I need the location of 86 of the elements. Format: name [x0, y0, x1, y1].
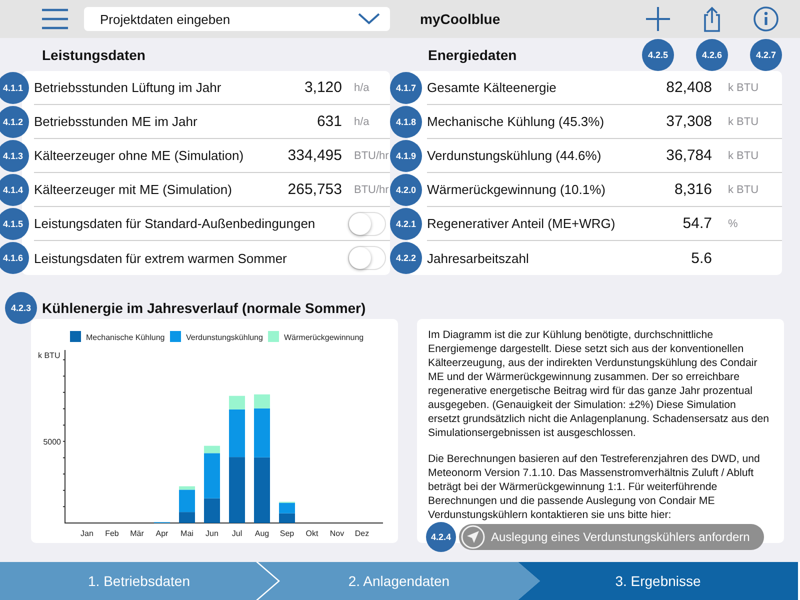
toggle-switch[interactable]: [348, 246, 386, 270]
row-label: Jahresarbeitszahl: [427, 250, 530, 266]
axis-label: Jan: [80, 529, 94, 538]
info-button[interactable]: [752, 5, 780, 33]
unit-label: BTU/hr: [353, 184, 390, 196]
unit-label: %: [727, 218, 739, 230]
legend-label: Verdunstungskühlung: [186, 333, 263, 342]
axis-label: Mär: [130, 529, 144, 538]
plus-icon: [645, 6, 671, 32]
row-label: Leistungsdaten für extrem warmen Sommer: [34, 250, 288, 266]
unit-label: k BTU: [727, 150, 760, 162]
row-label: Kälteerzeuger ohne ME (Simulation): [34, 148, 245, 163]
number-badge: 4.2.0: [390, 174, 422, 206]
app-title: myCoolblue: [420, 11, 502, 27]
axis-label: Mai: [180, 529, 194, 538]
axis-label: Sep: [280, 529, 294, 538]
number-badge: 4.1.1: [0, 72, 29, 104]
axis-label: Nov: [330, 529, 344, 538]
axis-label: Feb: [105, 529, 119, 538]
number-badge: 4.1.6: [0, 242, 29, 274]
number-badge: 4.2.3: [5, 292, 37, 324]
number-badge: 4.1.2: [0, 106, 29, 138]
chevron-down-icon: [358, 13, 380, 25]
unit-label: h/a: [353, 82, 370, 94]
row-value: 5.6: [691, 250, 712, 266]
legend-label: Wärmerückgewinnung: [284, 333, 364, 342]
info-paragraph: Im Diagramm ist die zur Kühlung benötigte, durchschnittliche Energiemenge dargestellt. Diese setzt sich aus der konventionellen Kälteerzeugung, aus der indirekten Verdunstungskühlung des Condair ME und der Wärmerückgewinnung zusammen. Der so erreichbare regenerative energetische Beitrag wird für das ganze Jahr prozentual ausgegeben. (Genauigkeit der Simulation: ±2%) Diese Simulation ersetzt grundsätzlich nicht die Anlagenplanung. Schadensersatz aus den Simulationsergebnissen ist ausgeschlossen.: [428, 328, 770, 440]
axis-label: Okt: [306, 529, 318, 538]
chart-bar: [279, 513, 295, 523]
project-dropdown[interactable]: Projektdaten eingeben: [84, 7, 390, 31]
unit-label: h/a: [353, 116, 370, 128]
number-badge: 4.2.6: [696, 38, 728, 70]
row-value: 36,784: [666, 147, 712, 164]
number-badge: 4.1.7: [390, 72, 422, 104]
row-value: 334,495: [288, 147, 342, 164]
axis-label: 5000: [43, 437, 61, 446]
menu-icon[interactable]: [42, 8, 68, 30]
number-badge: 4.1.5: [0, 208, 29, 240]
number-badge: 4.1.9: [390, 140, 422, 172]
number-badge: 4.2.2: [390, 242, 422, 274]
row-value: 3,120: [304, 79, 342, 96]
row-label: Leistungsdaten für Standard-Außenbedingungen: [34, 216, 316, 231]
unit-label: k BTU: [727, 116, 760, 128]
step-tab[interactable]: 2. Anlagendaten: [258, 562, 540, 600]
row-value: 8,316: [674, 181, 712, 198]
plus-button[interactable]: [644, 5, 672, 33]
row-value: 54.7: [682, 215, 712, 232]
unit-label: BTU/hr: [353, 150, 390, 162]
row-label: Kälteerzeuger mit ME (Simulation): [34, 182, 233, 197]
chart-bar: [229, 457, 245, 523]
chart-bar: [254, 457, 270, 523]
row-value: 631: [316, 113, 342, 130]
info-icon: [753, 6, 779, 32]
number-badge: 4.2.7: [750, 38, 782, 70]
chart-title: Kühlenergie im Jahresverlauf (normale Sommer): [42, 300, 366, 316]
row-label: Wärmerückgewinnung (10.1%): [427, 182, 606, 197]
row-label: Verdunstungskühlung (44.6%): [427, 148, 602, 163]
row-label: Betriebsstunden ME im Jahr: [34, 114, 198, 129]
legend-label: Mechanische Kühlung: [86, 333, 165, 342]
section-title: Energiedaten: [428, 46, 518, 62]
axis-label: Apr: [156, 529, 168, 538]
number-badge: 4.2.1: [390, 208, 422, 240]
row-value: 82,408: [666, 79, 712, 96]
row-label: Betriebsstunden Lüftung im Jahr: [34, 80, 222, 95]
row-value: 265,753: [288, 181, 342, 198]
number-badge: 4.2.4: [426, 522, 456, 552]
row-value: 37,308: [666, 113, 712, 130]
number-badge: 4.1.8: [390, 106, 422, 138]
axis-label: Aug: [254, 529, 270, 538]
section-title: Leistungsdaten: [42, 46, 146, 62]
axis-label: Dez: [354, 529, 370, 538]
row-label: Regenerativer Anteil (ME+WRG): [427, 216, 616, 231]
axis-title: k BTU: [38, 351, 60, 360]
step-tab[interactable]: 3. Ergebnisse: [518, 562, 798, 600]
row-label: Gesamte Kälteenergie: [427, 80, 558, 95]
axis-label: Jun: [206, 529, 218, 538]
number-badge: 4.1.3: [0, 140, 29, 172]
row-label: Mechanische Kühlung (45.3%): [427, 114, 606, 129]
step-tab[interactable]: 1. Betriebsdaten: [0, 562, 278, 600]
unit-label: k BTU: [727, 82, 760, 94]
axis-label: Jul: [232, 529, 242, 538]
toggle-switch[interactable]: [348, 212, 386, 236]
number-badge: 4.1.4: [0, 174, 29, 206]
number-badge: 4.2.5: [642, 38, 674, 70]
info-paragraph: Die Berechnungen basieren auf den Testreferenzjahren des DWD, und Meteonorm Version 7.1.10. Das Massenstromverhältnis Zuluft / Abluft beträgt bei der Wärmerückgewinnung 1:1. Für weiterführende Berechnungen und die passende Auslegung von Condair ME Verdunstungskühlern kontaktieren sie uns bitte hier:: [428, 452, 761, 522]
unit-label: k BTU: [727, 184, 760, 196]
